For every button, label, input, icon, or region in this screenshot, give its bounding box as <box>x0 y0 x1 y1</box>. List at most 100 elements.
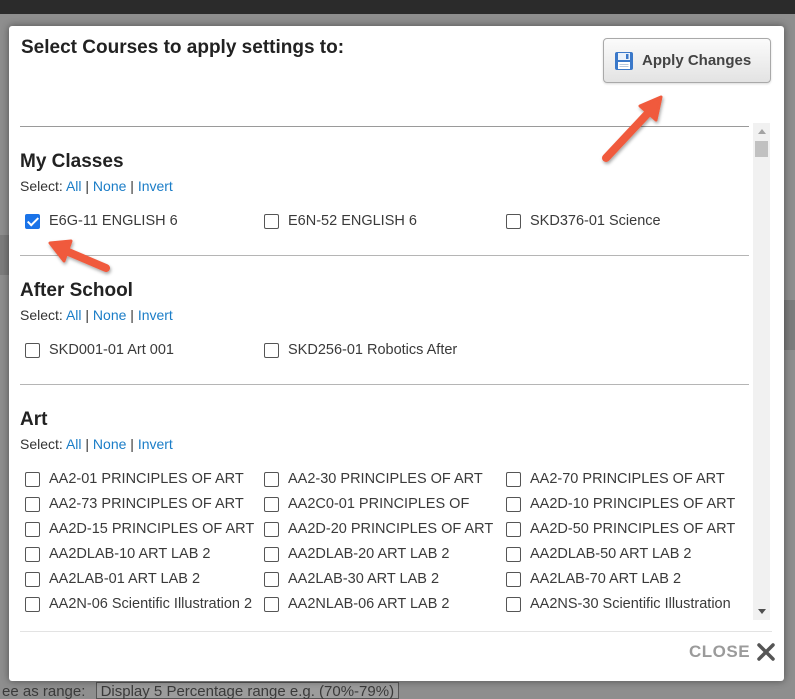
course-checkbox-item[interactable]: SKD001-01 Art 001 <box>25 342 174 358</box>
course-label: AA2-70 PRINCIPLES OF ART <box>530 471 725 487</box>
select-invert-link[interactable]: Invert <box>138 307 173 323</box>
section-title-art: Art <box>20 409 48 430</box>
modal-title: Select Courses to apply settings to: <box>21 37 345 58</box>
course-checkbox-item[interactable]: E6G-11 ENGLISH 6 <box>25 213 178 229</box>
course-label: AA2D-15 PRINCIPLES OF ART <box>49 521 255 537</box>
footer-divider <box>20 631 772 632</box>
course-list-scroll-area[interactable]: My Classes Select: All | None | Invert E… <box>20 127 753 620</box>
checkbox[interactable] <box>506 521 521 537</box>
course-checkbox-item[interactable]: AA2NLAB-06 ART LAB 2 <box>264 596 449 612</box>
checkbox[interactable] <box>264 521 279 537</box>
course-label: E6G-11 ENGLISH 6 <box>49 213 178 229</box>
course-label: SKD376-01 Science <box>530 213 661 229</box>
course-checkbox-item[interactable]: AA2DLAB-20 ART LAB 2 <box>264 546 449 562</box>
select-prefix: Select: <box>20 178 63 194</box>
checkbox[interactable] <box>25 496 40 512</box>
course-checkbox-item[interactable]: AA2N-06 Scientific Illustration 2 <box>25 596 252 612</box>
close-label: CLOSE <box>689 642 751 661</box>
checkbox[interactable] <box>506 596 521 612</box>
select-none-link[interactable]: None <box>93 178 126 194</box>
checkbox[interactable] <box>264 342 279 358</box>
course-checkbox-item[interactable]: AA2DLAB-10 ART LAB 2 <box>25 546 210 562</box>
course-checkbox-item[interactable]: AA2LAB-01 ART LAB 2 <box>25 571 200 587</box>
separator: | <box>85 307 90 323</box>
background-range-select: Display 5 Percentage range e.g. (70%-79%… <box>95 682 400 699</box>
checkbox[interactable] <box>264 471 279 487</box>
apply-changes-button[interactable]: Apply Changes <box>603 38 771 83</box>
save-icon <box>615 51 633 70</box>
close-button[interactable]: CLOSE <box>689 642 776 662</box>
course-label: AA2DLAB-10 ART LAB 2 <box>49 546 211 562</box>
course-checkbox-item[interactable]: AA2NS-30 Scientific Illustration <box>506 596 731 612</box>
course-label: AA2N-06 Scientific Illustration 2 <box>49 596 253 612</box>
checkbox[interactable] <box>25 213 40 229</box>
select-controls-after-school: Select: All | None | Invert <box>20 307 173 323</box>
separator: | <box>130 307 134 323</box>
select-invert-link[interactable]: Invert <box>138 178 173 194</box>
course-label: AA2-01 PRINCIPLES OF ART <box>49 471 244 487</box>
select-all-link[interactable]: All <box>66 178 82 194</box>
checkbox[interactable] <box>506 546 521 562</box>
checkbox[interactable] <box>506 213 521 229</box>
checkbox[interactable] <box>25 546 40 562</box>
course-list-scrollbar[interactable] <box>753 123 770 620</box>
course-select-modal: Select Courses to apply settings to: App… <box>9 26 784 681</box>
background-bottom-row: ee as range: Display 5 Percentage range … <box>0 682 795 699</box>
checkbox[interactable] <box>25 471 40 487</box>
select-none-link[interactable]: None <box>93 436 126 452</box>
checkbox[interactable] <box>25 521 40 537</box>
checkbox[interactable] <box>25 342 40 358</box>
checkbox[interactable] <box>264 596 279 612</box>
checkbox[interactable] <box>25 571 40 587</box>
course-checkbox-item[interactable]: AA2D-20 PRINCIPLES OF ART <box>264 521 493 537</box>
course-checkbox-item[interactable]: AA2D-10 PRINCIPLES OF ART <box>506 496 735 512</box>
course-checkbox-item[interactable]: AA2LAB-70 ART LAB 2 <box>506 571 681 587</box>
course-checkbox-item[interactable]: AA2C0-01 PRINCIPLES OF <box>264 496 469 512</box>
checkbox[interactable] <box>264 571 279 587</box>
course-checkbox-item[interactable]: AA2LAB-30 ART LAB 2 <box>264 571 439 587</box>
course-checkbox-item[interactable]: SKD376-01 Science <box>506 213 661 229</box>
checkbox[interactable] <box>264 213 279 229</box>
course-label: AA2NLAB-06 ART LAB 2 <box>288 596 450 612</box>
course-checkbox-item[interactable]: AA2DLAB-50 ART LAB 2 <box>506 546 691 562</box>
background-strip <box>0 235 9 275</box>
course-label: AA2LAB-30 ART LAB 2 <box>288 571 440 587</box>
course-label: AA2-30 PRINCIPLES OF ART <box>288 471 483 487</box>
course-label: AA2-73 PRINCIPLES OF ART <box>49 496 244 512</box>
course-label: SKD256-01 Robotics After <box>288 342 458 358</box>
separator: | <box>85 436 90 452</box>
checkbox[interactable] <box>506 571 521 587</box>
scroll-down-icon[interactable] <box>753 603 770 620</box>
select-none-link[interactable]: None <box>93 307 126 323</box>
select-controls-art: Select: All | None | Invert <box>20 436 173 452</box>
checkbox[interactable] <box>264 496 279 512</box>
scrollbar-thumb[interactable] <box>755 141 768 157</box>
checkbox[interactable] <box>506 496 521 512</box>
course-checkbox-item[interactable]: AA2-73 PRINCIPLES OF ART <box>25 496 244 512</box>
scroll-up-icon[interactable] <box>753 123 770 140</box>
course-checkbox-item[interactable]: E6N-52 ENGLISH 6 <box>264 213 417 229</box>
section-divider <box>20 384 749 385</box>
separator: | <box>130 178 134 194</box>
course-checkbox-item[interactable]: AA2-30 PRINCIPLES OF ART <box>264 471 483 487</box>
select-prefix: Select: <box>20 307 63 323</box>
course-checkbox-item[interactable]: AA2D-15 PRINCIPLES OF ART <box>25 521 254 537</box>
separator: | <box>130 436 134 452</box>
select-controls-my-classes: Select: All | None | Invert <box>20 178 173 194</box>
course-checkbox-item[interactable]: AA2-70 PRINCIPLES OF ART <box>506 471 725 487</box>
course-label: E6N-52 ENGLISH 6 <box>288 213 417 229</box>
select-prefix: Select: <box>20 436 63 452</box>
course-checkbox-item[interactable]: SKD256-01 Robotics After <box>264 342 457 358</box>
course-checkbox-item[interactable]: AA2D-50 PRINCIPLES OF ART <box>506 521 735 537</box>
select-all-link[interactable]: All <box>66 436 82 452</box>
checkbox[interactable] <box>25 596 40 612</box>
checkbox[interactable] <box>506 471 521 487</box>
select-all-link[interactable]: All <box>66 307 82 323</box>
select-invert-link[interactable]: Invert <box>138 436 173 452</box>
course-label: AA2D-10 PRINCIPLES OF ART <box>530 496 736 512</box>
course-label: AA2C0-01 PRINCIPLES OF <box>288 496 470 512</box>
course-checkbox-item[interactable]: AA2-01 PRINCIPLES OF ART <box>25 471 244 487</box>
section-title-my-classes: My Classes <box>20 151 124 172</box>
course-label: AA2D-20 PRINCIPLES OF ART <box>288 521 494 537</box>
checkbox[interactable] <box>264 546 279 562</box>
